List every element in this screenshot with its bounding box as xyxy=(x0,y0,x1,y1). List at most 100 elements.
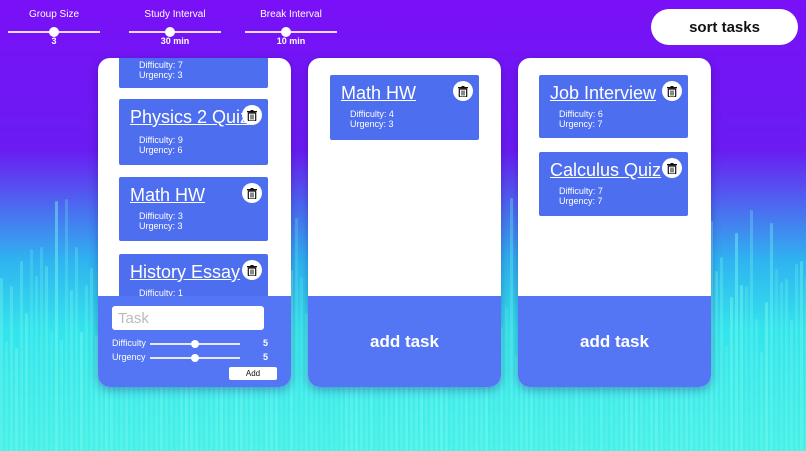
urgency-row: Urgency 5 xyxy=(112,352,268,364)
trash-icon xyxy=(667,85,677,97)
task-title[interactable]: Job Interview xyxy=(550,83,656,104)
background-bar xyxy=(30,249,33,451)
task-difficulty: Difficulty: 7 xyxy=(139,60,183,70)
background-bar xyxy=(755,318,758,451)
trash-icon xyxy=(247,264,257,276)
background-bar xyxy=(20,260,23,451)
background-bar xyxy=(65,198,68,451)
task-urgency: Urgency: 3 xyxy=(139,70,183,80)
background-bar xyxy=(50,331,53,451)
background-bar xyxy=(60,340,63,451)
background-bar xyxy=(15,347,18,451)
background-bar xyxy=(40,246,43,451)
task-title[interactable]: History Essay xyxy=(130,262,240,283)
urgency-label: Urgency xyxy=(112,352,146,362)
task-title[interactable]: Math HW xyxy=(341,83,416,104)
task-urgency: Urgency: 6 xyxy=(139,145,183,155)
trash-icon xyxy=(667,162,677,174)
task-card: Difficulty: 7 Urgency: 3 xyxy=(119,58,268,88)
task-title[interactable]: Calculus Quiz xyxy=(550,160,661,181)
break-interval-track[interactable] xyxy=(245,27,337,37)
difficulty-row: Difficulty 5 xyxy=(112,338,268,350)
task-title[interactable]: Physics 2 Quiz xyxy=(130,107,249,128)
background-bar xyxy=(730,296,733,451)
add-button[interactable]: Add xyxy=(229,367,277,380)
trash-icon xyxy=(247,187,257,199)
background-bar xyxy=(10,285,13,451)
difficulty-thumb[interactable] xyxy=(191,340,199,348)
study-interval-value: 30 min xyxy=(160,36,190,46)
task-card: Job Interview Difficulty: 6 Urgency: 7 xyxy=(539,75,688,138)
difficulty-slider[interactable] xyxy=(150,340,240,348)
delete-task-button[interactable] xyxy=(662,158,682,178)
background-bar xyxy=(725,346,728,451)
task-difficulty: Difficulty: 4 xyxy=(350,109,394,119)
difficulty-value: 5 xyxy=(262,338,268,348)
group-size-track[interactable] xyxy=(8,27,100,37)
task-difficulty: Difficulty: 7 xyxy=(559,186,603,196)
background-bar xyxy=(5,341,8,451)
background-bar xyxy=(785,278,788,451)
background-bar xyxy=(510,197,513,451)
background-bar xyxy=(795,264,798,451)
task-list[interactable]: Job Interview Difficulty: 6 Urgency: 7 C… xyxy=(518,58,711,296)
task-title[interactable]: Math HW xyxy=(130,185,205,206)
task-card: Physics 2 Quiz Difficulty: 9 Urgency: 6 xyxy=(119,99,268,165)
background-bar xyxy=(75,246,78,451)
delete-task-button[interactable] xyxy=(453,81,473,101)
background-bar xyxy=(505,307,508,451)
break-interval-slider[interactable]: Break Interval 10 min xyxy=(245,9,337,46)
add-task-button[interactable]: add task xyxy=(308,296,501,387)
task-list[interactable]: Math HW Difficulty: 4 Urgency: 3 xyxy=(308,58,501,296)
background-bar xyxy=(35,276,38,451)
task-card: History Essay Difficulty: 1 xyxy=(119,254,268,296)
sort-tasks-button[interactable]: sort tasks xyxy=(651,9,798,45)
group-size-label: Group Size xyxy=(28,9,80,20)
background-bar xyxy=(775,269,778,451)
background-bar xyxy=(770,222,773,451)
task-urgency: Urgency: 7 xyxy=(559,119,603,129)
group-size-slider[interactable]: Group Size 3 xyxy=(8,9,100,46)
background-bar xyxy=(720,257,723,451)
add-task-button[interactable]: add task xyxy=(518,296,711,387)
task-difficulty: Difficulty: 6 xyxy=(559,109,603,119)
delete-task-button[interactable] xyxy=(242,105,262,125)
task-list[interactable]: Difficulty: 7 Urgency: 3 Physics 2 Quiz … xyxy=(98,58,291,296)
background-bar xyxy=(25,312,28,451)
background-bar xyxy=(0,277,3,451)
difficulty-label: Difficulty xyxy=(112,338,146,348)
task-column-1: Difficulty: 7 Urgency: 3 Physics 2 Quiz … xyxy=(98,58,291,387)
background-bar xyxy=(70,289,73,451)
task-difficulty: Difficulty: 1 xyxy=(139,288,183,296)
study-interval-slider[interactable]: Study Interval 30 min xyxy=(129,9,221,46)
background-bar xyxy=(715,271,718,451)
delete-task-button[interactable] xyxy=(242,260,262,280)
trash-icon xyxy=(247,109,257,121)
urgency-thumb[interactable] xyxy=(191,354,199,362)
add-task-label: add task xyxy=(370,331,439,351)
background-bar xyxy=(800,261,803,451)
background-bar xyxy=(790,319,793,451)
task-urgency: Urgency: 3 xyxy=(139,221,183,231)
task-column-3: Job Interview Difficulty: 6 Urgency: 7 C… xyxy=(518,58,711,387)
add-task-form: Difficulty 5 Urgency 5 Add xyxy=(98,296,291,387)
trash-icon xyxy=(458,85,468,97)
task-card: Calculus Quiz Difficulty: 7 Urgency: 7 xyxy=(539,152,688,216)
background-bar xyxy=(295,217,298,451)
background-bar xyxy=(760,352,763,451)
urgency-slider[interactable] xyxy=(150,354,240,362)
background-bar xyxy=(750,210,753,451)
study-interval-label: Study Interval xyxy=(144,9,206,20)
task-urgency: Urgency: 7 xyxy=(559,196,603,206)
background-bar xyxy=(45,265,48,451)
break-interval-value: 10 min xyxy=(276,36,306,46)
task-name-input[interactable] xyxy=(112,306,264,330)
background-bar xyxy=(735,232,738,451)
background-bar xyxy=(745,286,748,451)
delete-task-button[interactable] xyxy=(242,183,262,203)
task-urgency: Urgency: 3 xyxy=(350,119,394,129)
study-interval-track[interactable] xyxy=(129,27,221,37)
group-size-thumb[interactable] xyxy=(49,27,59,37)
task-column-2: Math HW Difficulty: 4 Urgency: 3 add tas… xyxy=(308,58,501,387)
delete-task-button[interactable] xyxy=(662,81,682,101)
